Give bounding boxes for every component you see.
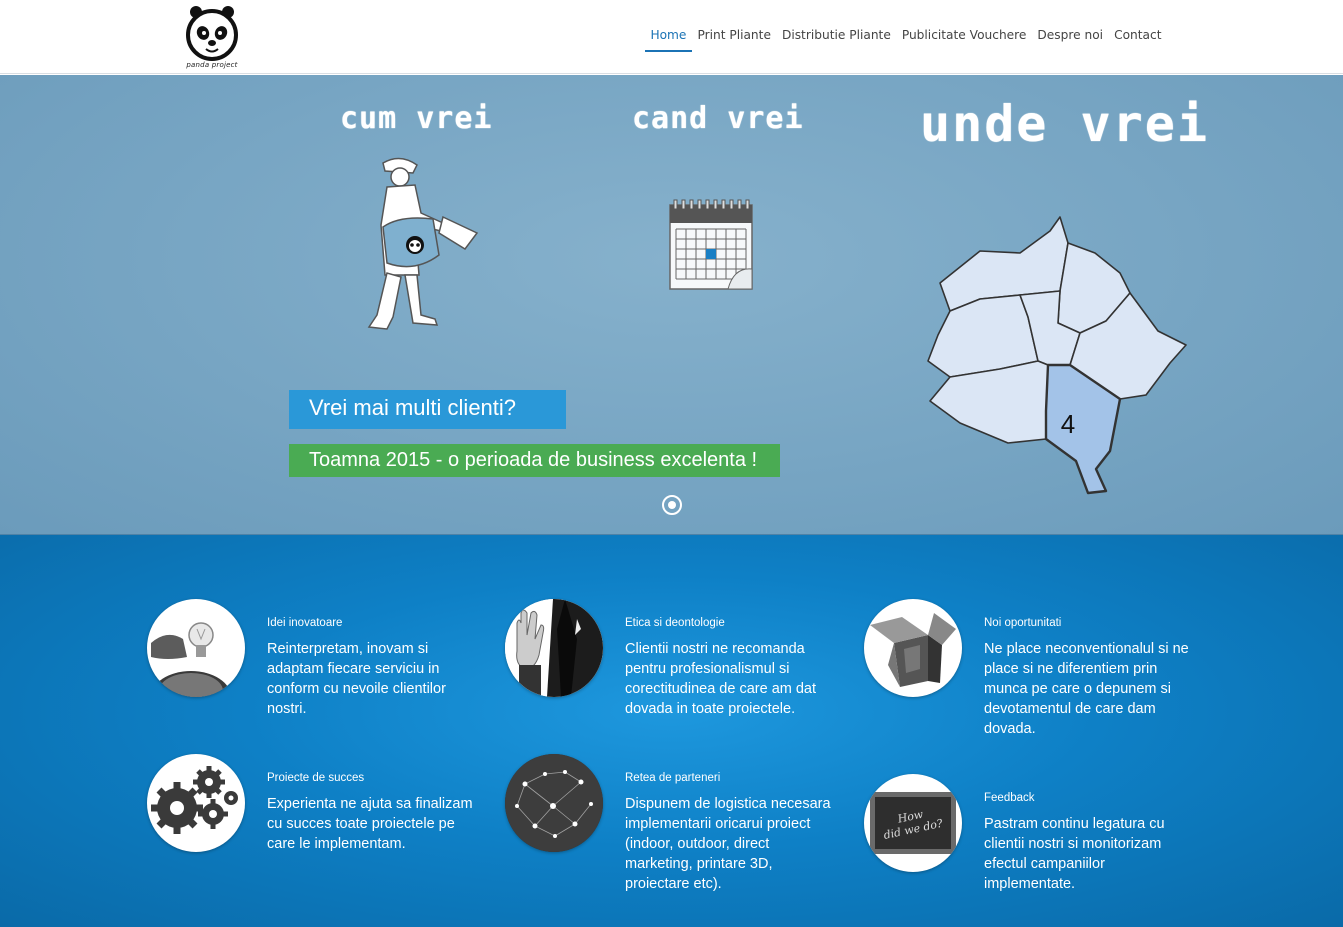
courier-illustration-icon [367,157,479,330]
main-nav: Home Print Pliante Distributie Pliante P… [644,22,1167,52]
hand-oath-icon [505,599,603,697]
hero-slider: cum vrei cand vrei unde vrei 4 Vrei mai … [0,75,1343,534]
nav-home[interactable]: Home [644,22,692,52]
feature-text: Clientii nostri ne recomanda pentru prof… [625,641,817,717]
gears-icon [147,754,245,852]
logo-text: panda project [186,61,238,69]
banner-slogan: Toamna 2015 - o perioada de business exc… [289,444,780,477]
feature-title: Noi oportunitati [984,617,1062,629]
feature-text: Reinterpretam, inovam si adaptam fiecare… [267,641,446,717]
site-header: panda project Home Print Pliante Distrib… [0,0,1343,74]
panda-logo[interactable]: panda project [182,3,242,71]
feature-text: Experienta ne ajuta sa finalizam cu succ… [267,796,473,852]
panda-icon [186,6,238,61]
banner-question: Vrei mai multi clienti? [289,390,566,429]
bucharest-map-icon: 4 [927,216,1187,495]
nav-distributie-pliante[interactable]: Distributie Pliante [776,22,896,52]
feature-title: Proiecte de succes [267,772,365,784]
feature-text: Pastram continu legatura cu clientii nos… [984,816,1165,892]
network-icon [505,754,603,852]
nav-print-pliante[interactable]: Print Pliante [692,22,777,52]
feature-title: Retea de parteneri [625,772,721,784]
hero-title-cand-vrei: cand vrei [632,101,804,136]
hero-title-unde-vrei: unde vrei [920,95,1209,153]
feature-text: Ne place neconventionalul si ne place si… [984,641,1189,737]
map-district-label: 4 [1061,409,1075,439]
feature-title: Etica si deontologie [625,617,725,629]
feature-title: Feedback [984,792,1035,804]
slider-pagination-dot[interactable] [662,495,682,515]
nav-publicitate-vouchere[interactable]: Publicitate Vouchere [896,22,1032,52]
hero-title-cum-vrei: cum vrei [340,101,493,136]
nav-contact[interactable]: Contact [1109,22,1167,52]
open-box-icon [864,599,962,697]
calendar-icon [669,199,753,290]
feature-text: Dispunem de logistica necesara implement… [625,796,831,892]
feature-title: Idei inovatoare [267,617,343,629]
lightbulb-icon [147,599,245,697]
chalkboard-icon: Howdid we do? [864,774,962,872]
nav-despre-noi[interactable]: Despre noi [1032,22,1109,52]
features-section: Idei inovatoare Reinterpretam, inovam si… [0,534,1343,927]
